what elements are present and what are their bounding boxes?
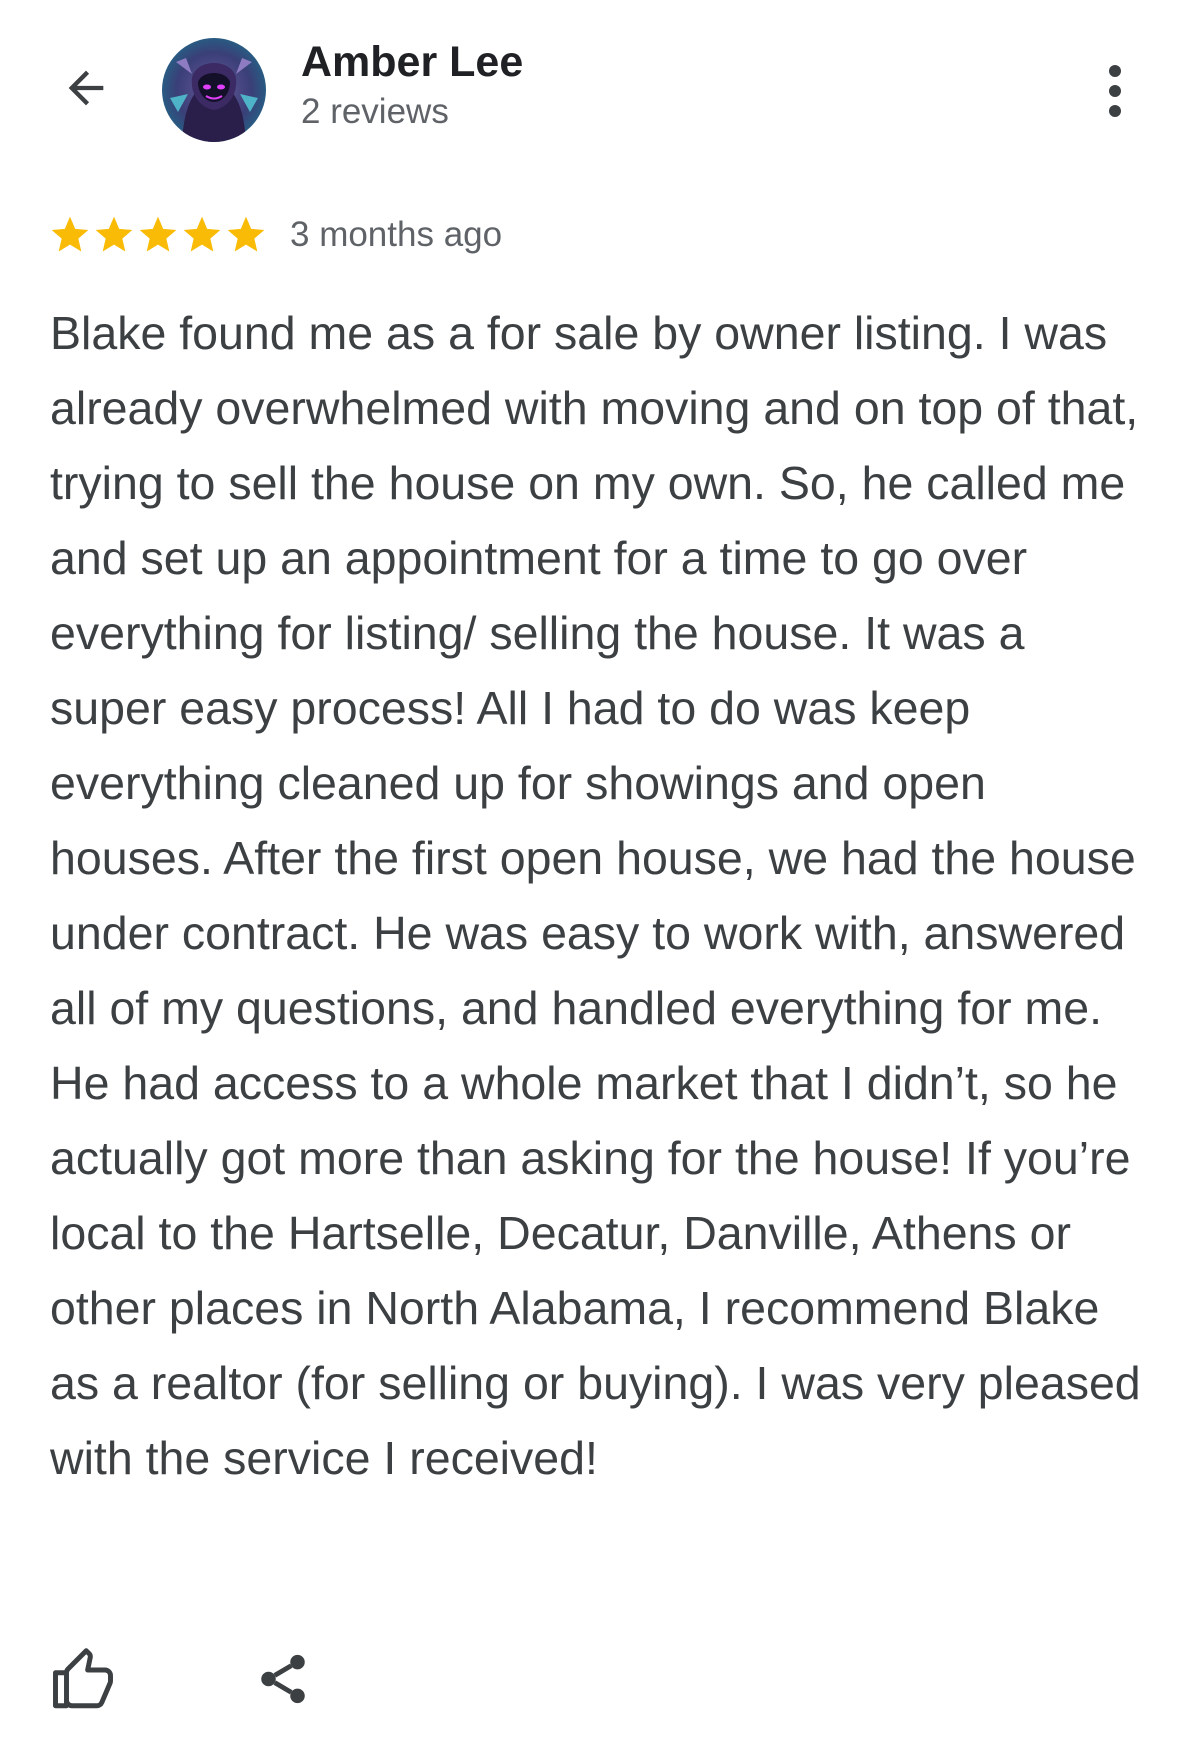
star-rating [48, 213, 268, 257]
share-icon [261, 1654, 305, 1704]
thumb-up-icon [53, 1648, 113, 1709]
star-icon [51, 216, 89, 252]
more-vertical-icon [1109, 65, 1121, 117]
review-date: 3 months ago [290, 215, 503, 254]
star-icon [183, 216, 221, 252]
like-button[interactable] [50, 1648, 116, 1714]
star-icon [227, 216, 265, 252]
more-options-button[interactable] [1090, 56, 1140, 126]
arrow-back-icon [68, 70, 104, 106]
star-icon [139, 216, 177, 252]
review-actions [0, 1620, 1200, 1710]
avatar-image [162, 38, 266, 142]
back-button[interactable] [54, 56, 118, 120]
avatar[interactable] [162, 38, 266, 142]
share-button[interactable] [254, 1646, 312, 1712]
reviewer-review-count: 2 reviews [301, 92, 449, 131]
rating-row: 3 months ago [48, 210, 502, 260]
review-text: Blake found me as a for sale by owner li… [50, 307, 1141, 1484]
review-header: Amber Lee 2 reviews [0, 0, 1200, 180]
star-icon [95, 216, 133, 252]
reviewer-name[interactable]: Amber Lee [301, 38, 523, 87]
